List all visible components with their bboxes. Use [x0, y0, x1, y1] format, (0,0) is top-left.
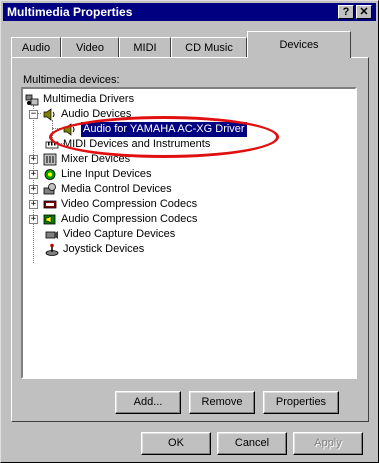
tab-midi[interactable]: MIDI: [119, 37, 171, 57]
video-codec-icon: [43, 200, 57, 209]
title-bar: Multimedia Properties ? ✕: [3, 3, 376, 21]
multimedia-drivers-icon: [25, 94, 39, 106]
tab-audio[interactable]: Audio: [11, 37, 61, 57]
multimedia-properties-window: Multimedia Properties ? ✕ Audio Video MI…: [0, 0, 379, 463]
tab-devices[interactable]: Devices: [247, 31, 351, 58]
mixer-icon: [43, 153, 57, 166]
expand-icon[interactable]: +: [29, 200, 38, 209]
multimedia-devices-label: Multimedia devices:: [23, 74, 120, 86]
help-button[interactable]: ?: [338, 5, 354, 19]
joystick-icon: [45, 243, 59, 256]
cancel-button[interactable]: Cancel: [217, 432, 287, 455]
line-input-icon: [44, 169, 56, 180]
remove-button[interactable]: Remove: [189, 391, 255, 414]
tab-video[interactable]: Video: [61, 37, 119, 57]
expand-icon[interactable]: +: [29, 155, 38, 164]
expand-icon[interactable]: +: [29, 215, 38, 224]
ok-button[interactable]: OK: [141, 432, 211, 455]
media-control-icon: [43, 183, 56, 195]
audio-codec-icon: [43, 214, 56, 225]
properties-button[interactable]: Properties: [263, 391, 339, 414]
window-title: Multimedia Properties: [7, 5, 133, 19]
video-capture-icon: [45, 231, 58, 239]
apply-button[interactable]: Apply: [293, 432, 363, 455]
collapse-icon[interactable]: −: [29, 110, 38, 119]
expand-icon[interactable]: +: [29, 170, 38, 179]
highlight-circle: [49, 116, 279, 158]
expand-icon[interactable]: +: [29, 185, 38, 194]
speaker-icon: [43, 108, 55, 121]
add-button[interactable]: Add...: [115, 391, 181, 414]
tab-cd-music[interactable]: CD Music: [171, 37, 247, 57]
close-button[interactable]: ✕: [356, 5, 372, 19]
